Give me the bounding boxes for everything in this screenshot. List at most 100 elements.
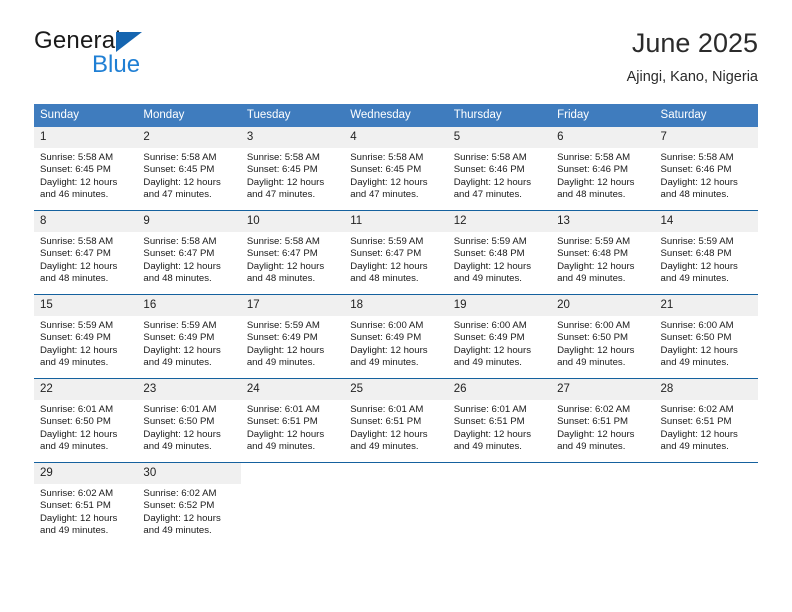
sunrise-text: Sunrise: 6:02 AM (143, 488, 217, 499)
day-number: 26 (447, 379, 552, 400)
page-title: June 2025 (631, 28, 758, 58)
calendar-day-cell[interactable]: 24 Sunrise: 6:01 AM Sunset: 6:51 PM Dayligh… (240, 378, 345, 463)
sunset-text: Sunset: 6:46 PM (453, 164, 525, 176)
calendar-day-cell[interactable]: 22 Sunrise: 6:01 AM Sunset: 6:50 PM Dayligh… (34, 378, 138, 463)
calendar-day-cell[interactable]: 16 Sunrise: 5:59 AM Sunset: 6:49 PM Dayligh… (137, 294, 241, 379)
sunset-text: Sunset: 6:52 PM (143, 500, 215, 512)
calendar-page: General Blue June 2025 Ajingi, Kano, Nig… (0, 0, 792, 612)
daylight-text-line1: Daylight: 12 hours (453, 428, 532, 440)
calendar-day-cell[interactable]: 23 Sunrise: 6:01 AM Sunset: 6:50 PM Dayligh… (137, 378, 241, 463)
day-number: 30 (137, 463, 241, 484)
calendar-day-cell[interactable]: 10 Sunrise: 5:58 AM Sunset: 6:47 PM Dayligh… (240, 210, 345, 295)
sunset-text: Sunset: 6:47 PM (40, 248, 111, 260)
sunrise-text: Sunrise: 5:58 AM (246, 152, 320, 163)
sunrise-text: Sunrise: 5:59 AM (246, 320, 320, 331)
daylight-text-line2: and 48 minutes. (40, 272, 109, 284)
sunset-text: Sunset: 6:45 PM (246, 164, 318, 176)
calendar-day-cell[interactable]: 20 Sunrise: 6:00 AM Sunset: 6:50 PM Dayligh… (551, 294, 655, 379)
calendar-day-cell[interactable]: 18 Sunrise: 6:00 AM Sunset: 6:49 PM Dayligh… (344, 294, 448, 379)
daylight-text-line2: and 47 minutes. (350, 188, 419, 200)
sunset-text: Sunset: 6:51 PM (453, 416, 525, 428)
day-number: 22 (34, 379, 138, 400)
calendar-day-cell[interactable]: 1 Sunrise: 5:58 AM Sunset: 6:45 PM Daylight… (34, 127, 138, 211)
calendar-day-cell[interactable]: 8 Sunrise: 5:58 AM Sunset: 6:47 PM Daylight… (34, 210, 138, 295)
sunset-text: Sunset: 6:48 PM (660, 248, 732, 260)
day-details (448, 484, 551, 546)
brand-name-blue: Blue (92, 51, 141, 78)
daylight-text-line2: and 48 minutes. (246, 272, 316, 284)
sunset-text: Sunset: 6:49 PM (246, 332, 318, 344)
day-number: 4 (344, 127, 448, 148)
sunset-text: Sunset: 6:48 PM (453, 248, 525, 260)
calendar-day-cell[interactable]: 27 Sunrise: 6:02 AM Sunset: 6:51 PM Dayligh… (551, 378, 655, 463)
sunrise-text: Sunrise: 6:01 AM (143, 404, 217, 415)
sunset-text: Sunset: 6:50 PM (143, 416, 215, 428)
day-number: 16 (137, 295, 241, 316)
calendar-day-cell[interactable]: 2 Sunrise: 5:58 AM Sunset: 6:45 PM Daylight… (137, 127, 241, 211)
day-details: Sunrise: 5:59 AM Sunset: 6:49 PM Daylight:… (241, 316, 344, 378)
calendar-day-cell[interactable]: 15 Sunrise: 5:59 AM Sunset: 6:49 PM Dayligh… (34, 294, 138, 379)
sunset-text: Sunset: 6:49 PM (350, 332, 422, 344)
day-number: 10 (240, 211, 345, 232)
day-details: Sunrise: 6:00 AM Sunset: 6:50 PM Daylight:… (655, 316, 758, 378)
calendar-day-cell[interactable]: 17 Sunrise: 5:59 AM Sunset: 6:49 PM Dayligh… (240, 294, 345, 379)
daylight-text-line2: and 48 minutes. (660, 188, 729, 200)
calendar-day-cell[interactable]: 19 Sunrise: 6:00 AM Sunset: 6:49 PM Dayligh… (447, 294, 552, 379)
sunrise-text: Sunrise: 5:59 AM (453, 236, 527, 247)
calendar-day-cell[interactable]: 28 Sunrise: 6:02 AM Sunset: 6:51 PM Dayligh… (654, 378, 758, 463)
daylight-text-line2: and 49 minutes. (246, 440, 316, 452)
brand-logo[interactable]: General Blue (34, 28, 264, 88)
calendar-day-cell[interactable]: 25 Sunrise: 6:01 AM Sunset: 6:51 PM Dayligh… (344, 378, 448, 463)
calendar-day-cell[interactable]: 21 Sunrise: 6:00 AM Sunset: 6:50 PM Dayligh… (654, 294, 758, 379)
calendar-day-cell[interactable]: 11 Sunrise: 5:59 AM Sunset: 6:47 PM Dayligh… (344, 210, 448, 295)
calendar-day-cell[interactable]: 5 Sunrise: 5:58 AM Sunset: 6:46 PM Daylight… (447, 127, 552, 211)
page-header: General Blue June 2025 Ajingi, Kano, Nig… (34, 28, 758, 96)
daylight-text-line1: Daylight: 12 hours (246, 176, 325, 188)
day-details: Sunrise: 5:58 AM Sunset: 6:45 PM Daylight:… (137, 148, 240, 210)
sunset-text: Sunset: 6:47 PM (143, 248, 215, 260)
daylight-text-line2: and 49 minutes. (660, 356, 729, 368)
daylight-text-line2: and 49 minutes. (143, 440, 212, 452)
calendar-day-cell[interactable]: 9 Sunrise: 5:58 AM Sunset: 6:47 PM Daylight… (137, 210, 241, 295)
sunset-text: Sunset: 6:51 PM (246, 416, 318, 428)
day-details: Sunrise: 5:59 AM Sunset: 6:47 PM Daylight:… (344, 232, 447, 294)
daylight-text-line2: and 48 minutes. (350, 272, 419, 284)
day-details: Sunrise: 5:58 AM Sunset: 6:46 PM Daylight:… (551, 148, 654, 210)
day-details: Sunrise: 6:01 AM Sunset: 6:51 PM Daylight:… (344, 400, 447, 462)
brand-triangle-icon (116, 32, 142, 52)
day-details: Sunrise: 5:59 AM Sunset: 6:49 PM Daylight:… (137, 316, 240, 378)
day-number: 23 (137, 379, 241, 400)
daylight-text-line2: and 49 minutes. (143, 356, 212, 368)
day-number (654, 463, 758, 484)
calendar-day-cell[interactable]: 26 Sunrise: 6:01 AM Sunset: 6:51 PM Dayligh… (447, 378, 552, 463)
sunset-text: Sunset: 6:45 PM (40, 164, 111, 176)
sunset-text: Sunset: 6:50 PM (40, 416, 111, 428)
day-number (240, 463, 345, 484)
day-number: 24 (240, 379, 345, 400)
calendar-day-cell[interactable]: 3 Sunrise: 5:58 AM Sunset: 6:45 PM Daylight… (240, 127, 345, 211)
daylight-text-line1: Daylight: 12 hours (143, 176, 221, 188)
daylight-text-line2: and 49 minutes. (453, 356, 522, 368)
day-number: 25 (344, 379, 448, 400)
calendar-day-cell[interactable]: 14 Sunrise: 5:59 AM Sunset: 6:48 PM Dayligh… (654, 210, 758, 295)
daylight-text-line1: Daylight: 12 hours (453, 176, 532, 188)
daylight-text-line1: Daylight: 12 hours (143, 344, 221, 356)
sunset-text: Sunset: 6:49 PM (40, 332, 111, 344)
weekday-header-friday: Friday (551, 104, 655, 127)
day-details: Sunrise: 6:00 AM Sunset: 6:49 PM Daylight:… (448, 316, 551, 378)
daylight-text-line1: Daylight: 12 hours (246, 344, 325, 356)
calendar-day-cell[interactable]: 6 Sunrise: 5:58 AM Sunset: 6:46 PM Daylight… (551, 127, 655, 211)
calendar-day-cell[interactable]: 30 Sunrise: 6:02 AM Sunset: 6:52 PM Dayligh… (137, 462, 241, 546)
daylight-text-line1: Daylight: 12 hours (143, 260, 221, 272)
calendar-day-cell-empty (654, 462, 758, 546)
daylight-text-line1: Daylight: 12 hours (453, 344, 532, 356)
day-details: Sunrise: 5:58 AM Sunset: 6:45 PM Daylight:… (241, 148, 344, 210)
calendar-day-cell[interactable]: 29 Sunrise: 6:02 AM Sunset: 6:51 PM Dayligh… (34, 462, 138, 546)
calendar-day-cell[interactable]: 4 Sunrise: 5:58 AM Sunset: 6:45 PM Daylight… (344, 127, 448, 211)
calendar-day-cell[interactable]: 12 Sunrise: 5:59 AM Sunset: 6:48 PM Dayligh… (447, 210, 552, 295)
daylight-text-line1: Daylight: 12 hours (557, 428, 635, 440)
daylight-text-line2: and 49 minutes. (350, 440, 419, 452)
calendar-day-cell[interactable]: 13 Sunrise: 5:59 AM Sunset: 6:48 PM Dayligh… (551, 210, 655, 295)
calendar-day-cell[interactable]: 7 Sunrise: 5:58 AM Sunset: 6:46 PM Daylight… (654, 127, 758, 211)
daylight-text-line2: and 49 minutes. (40, 356, 109, 368)
